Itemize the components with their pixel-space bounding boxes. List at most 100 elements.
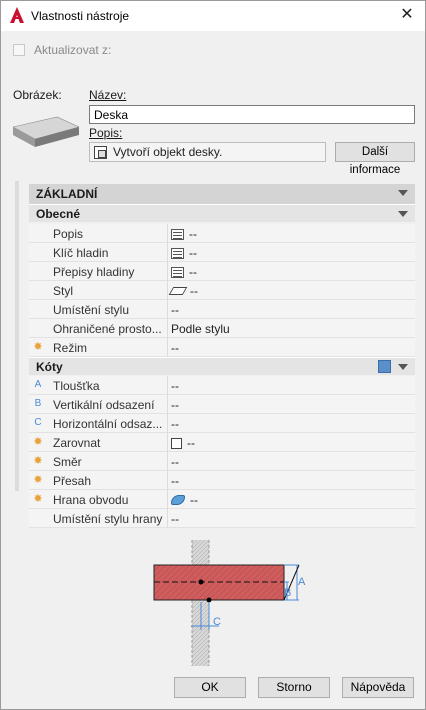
property-row-prepisy-hladiny[interactable]: Přepisy hladiny --	[29, 262, 415, 281]
property-value-text: --	[187, 436, 195, 450]
slab-tool-image[interactable]	[13, 111, 79, 153]
property-value[interactable]: --	[171, 436, 195, 450]
property-value[interactable]: --	[171, 493, 198, 507]
property-name: Styl	[53, 284, 74, 298]
property-value[interactable]: --	[168, 284, 198, 298]
property-value[interactable]: --	[171, 265, 197, 279]
dimension-b-label: B	[284, 587, 291, 599]
property-name: Umístění stylu hrany	[53, 512, 163, 526]
property-value[interactable]: --	[171, 474, 179, 488]
property-row-hrana-obvodu[interactable]: ✸ Hrana obvodu --	[29, 490, 415, 509]
close-button[interactable]: ✕	[399, 7, 415, 23]
category-basic-label: ZÁKLADNÍ	[36, 187, 98, 201]
property-row-rezim[interactable]: ✸ Režim --	[29, 338, 415, 357]
property-value[interactable]: --	[171, 303, 179, 317]
property-row-horizontalni-odsaz[interactable]: C Horizontální odsaz... --	[29, 414, 415, 433]
slab-dimension-diagram: A B C	[153, 540, 306, 666]
property-value[interactable]: --	[171, 417, 179, 431]
property-value-text: --	[189, 265, 197, 279]
chevron-down-icon[interactable]	[398, 190, 408, 196]
property-row-tloustka[interactable]: A Tloušťka --	[29, 376, 415, 395]
name-input[interactable]	[89, 105, 415, 124]
more-info-button[interactable]: Další informace	[335, 142, 415, 176]
section-dimensions[interactable]: Kóty	[29, 357, 415, 375]
property-row-umisteni-stylu[interactable]: Umístění stylu --	[29, 300, 415, 319]
property-row-popis[interactable]: Popis --	[29, 224, 415, 243]
property-row-zarovnat[interactable]: ✸ Zarovnat --	[29, 433, 415, 452]
dimension-marker: A	[34, 379, 42, 390]
column-divider	[167, 338, 168, 357]
property-value[interactable]: --	[171, 512, 179, 526]
property-value-text: Podle stylu	[171, 322, 230, 336]
property-row-klic-hladin[interactable]: Klíč hladin --	[29, 243, 415, 262]
property-value-text: --	[190, 284, 198, 298]
property-value[interactable]: Podle stylu	[171, 322, 230, 336]
description-field[interactable]: Vytvoří objekt desky.	[89, 142, 326, 162]
column-divider	[167, 300, 168, 319]
list-icon[interactable]	[171, 247, 184, 259]
property-value-text: --	[171, 417, 179, 431]
column-divider	[167, 376, 168, 395]
property-value-text: --	[189, 246, 197, 260]
column-divider	[167, 262, 168, 281]
property-name: Vertikální odsazení	[53, 398, 155, 412]
dynamic-property-icon: ✸	[33, 436, 43, 448]
list-icon[interactable]	[171, 228, 184, 240]
property-row-vertikalni-odsazeni[interactable]: B Vertikální odsazení --	[29, 395, 415, 414]
title-bar: Vlastnosti nástroje ✕	[1, 1, 425, 31]
property-name: Tloušťka	[53, 379, 100, 393]
dimension-settings-icon[interactable]	[378, 360, 391, 373]
autocad-logo-icon	[10, 7, 24, 23]
edge-icon[interactable]	[171, 495, 185, 505]
property-name: Přesah	[53, 474, 92, 488]
column-divider	[167, 509, 168, 528]
chevron-down-icon[interactable]	[398, 364, 408, 370]
dimension-marker: B	[34, 398, 42, 409]
category-basic[interactable]: ZÁKLADNÍ	[29, 184, 415, 204]
property-value-text: --	[189, 227, 197, 241]
section-general[interactable]: Obecné	[29, 204, 415, 222]
property-name: Hrana obvodu	[53, 493, 129, 507]
row-gutter	[29, 243, 47, 262]
row-gutter	[29, 300, 47, 319]
property-value-text: --	[171, 398, 179, 412]
property-value[interactable]: --	[171, 398, 179, 412]
square-icon[interactable]	[171, 437, 182, 449]
row-gutter	[29, 262, 47, 281]
ok-button[interactable]: OK	[174, 677, 246, 698]
window-title: Vlastnosti nástroje	[31, 9, 130, 23]
property-value[interactable]: --	[171, 227, 197, 241]
property-value-text: --	[171, 512, 179, 526]
row-gutter	[29, 319, 47, 338]
section-dimensions-label: Kóty	[36, 360, 63, 374]
description-label: Popis:	[89, 126, 123, 140]
tool-properties-dialog: Vlastnosti nástroje ✕ Aktualizovat z: Ob…	[0, 0, 426, 710]
chevron-down-icon[interactable]	[398, 211, 408, 217]
property-name: Zarovnat	[53, 436, 101, 450]
palette-side-strip	[15, 181, 19, 491]
list-icon[interactable]	[171, 266, 184, 278]
property-row-presah[interactable]: ✸ Přesah --	[29, 471, 415, 490]
property-value-text: --	[171, 341, 179, 355]
property-row-styl[interactable]: Styl --	[29, 281, 415, 300]
update-from-checkbox[interactable]	[13, 44, 25, 56]
help-button[interactable]: Nápověda	[342, 677, 414, 698]
cancel-button[interactable]: Storno	[258, 677, 330, 698]
column-divider	[167, 243, 168, 262]
parallelogram-icon[interactable]	[168, 287, 188, 295]
property-row-umisteni-stylu-hrany[interactable]: Umístění stylu hrany --	[29, 509, 415, 528]
column-divider	[167, 433, 168, 452]
dimension-c-label: C	[213, 616, 221, 628]
property-value-text: --	[171, 379, 179, 393]
property-value[interactable]: --	[171, 379, 179, 393]
property-value[interactable]: --	[171, 341, 179, 355]
row-gutter	[29, 224, 47, 243]
description-object-icon	[94, 145, 107, 159]
property-value-text: --	[171, 303, 179, 317]
property-name: Ohraničené prosto...	[53, 322, 162, 336]
property-row-ohranicene-prosto[interactable]: Ohraničené prosto... Podle stylu	[29, 319, 415, 338]
property-value[interactable]: --	[171, 246, 197, 260]
property-row-smer[interactable]: ✸ Směr --	[29, 452, 415, 471]
column-divider	[167, 281, 168, 300]
property-value[interactable]: --	[171, 455, 179, 469]
